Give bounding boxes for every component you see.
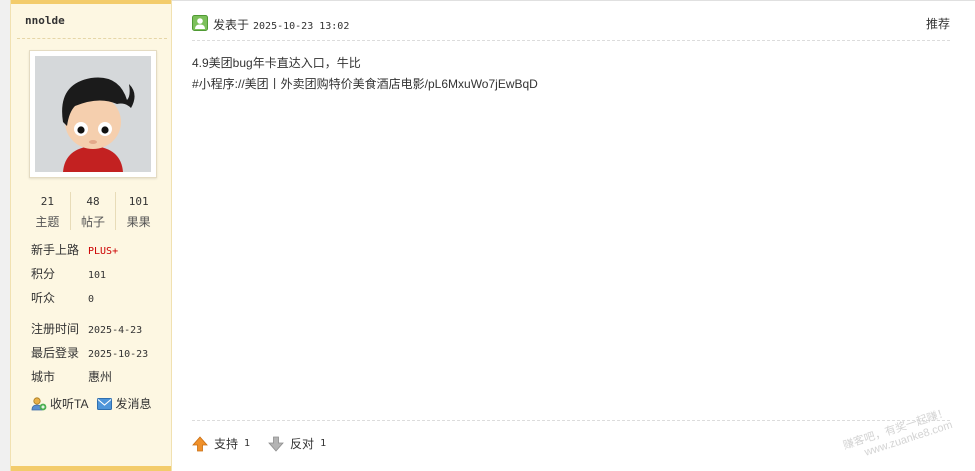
- info-row: 注册时间 2025-4-23: [31, 317, 171, 341]
- user-group-label[interactable]: 新手上路: [31, 238, 88, 262]
- oppose-button[interactable]: 反对 1: [268, 435, 326, 452]
- sidebar-top-bar: [11, 0, 171, 4]
- recommend-link[interactable]: 推荐: [926, 15, 950, 32]
- stat-posts[interactable]: 48 帖子: [71, 192, 117, 230]
- info-key: 城市: [31, 370, 56, 384]
- site-watermark: 赚客吧，有奖一起赚！ www.zuanke8.com: [842, 407, 955, 466]
- thumb-up-arrow-icon: [192, 435, 208, 451]
- oppose-count: 1: [320, 438, 327, 449]
- user-stats: 21 主题 48 帖子 101 果果: [25, 192, 161, 230]
- send-message-button[interactable]: 发消息: [97, 395, 151, 412]
- info-key: 积分: [31, 267, 56, 281]
- author-name[interactable]: nnolde: [25, 14, 65, 27]
- post-text-line: #小程序://美团丨外卖团购特价美食酒店电影/pL6MxuWo7jEwBqD: [192, 77, 538, 91]
- info-value: 0: [88, 294, 95, 305]
- info-row: 积分 101: [31, 262, 171, 286]
- info-value: 101: [88, 270, 107, 281]
- support-count: 1: [244, 438, 251, 449]
- stat-value: 48: [86, 195, 100, 208]
- follow-button[interactable]: 收听TA: [31, 395, 88, 412]
- divider: [17, 38, 167, 39]
- stat-label: 主题: [35, 215, 60, 229]
- user-actions: 收听TA 发消息: [31, 395, 160, 412]
- follow-icon: [31, 396, 47, 410]
- post-text-line: 4.9美团bug年卡直达入口，牛比: [192, 56, 361, 70]
- support-label: 支持: [214, 437, 239, 451]
- info-row: 最后登录 2025-10-23: [31, 341, 171, 365]
- stat-points[interactable]: 101 果果: [116, 192, 161, 230]
- info-value: 2025-10-23: [88, 349, 149, 360]
- posted-label: 发表于: [213, 18, 250, 32]
- divider: [192, 420, 950, 421]
- info-value: 2025-4-23: [88, 325, 143, 336]
- post-votes: 支持 1 反对 1: [192, 435, 344, 452]
- support-button[interactable]: 支持 1: [192, 435, 250, 452]
- sidebar-bottom-bar: [11, 466, 171, 471]
- thumb-down-arrow-icon: [268, 436, 284, 452]
- post-meta: 发表于 2025-10-23 13:02: [213, 16, 349, 33]
- stat-label: 果果: [126, 215, 151, 229]
- info-key: 注册时间: [31, 322, 80, 336]
- info-value: 惠州: [88, 370, 113, 384]
- info-row: 听众 0: [31, 286, 171, 310]
- post-header: 发表于 2025-10-23 13:02 推荐: [192, 13, 950, 41]
- oppose-label: 反对: [290, 437, 315, 451]
- message-label: 发消息: [115, 397, 152, 411]
- stat-value: 21: [40, 195, 54, 208]
- user-group-badge: PLUS+: [88, 246, 119, 257]
- info-row: 新手上路 PLUS+: [31, 238, 171, 262]
- post-body: 发表于 2025-10-23 13:02 推荐 4.9美团bug年卡直达入口，牛比…: [172, 0, 975, 471]
- user-info-group-2: 注册时间 2025-4-23 最后登录 2025-10-23 城市 惠州: [31, 317, 171, 389]
- avatar[interactable]: [29, 50, 157, 178]
- info-row: 城市 惠州: [31, 365, 171, 389]
- stat-threads[interactable]: 21 主题: [25, 192, 71, 230]
- avatar-cartoon-icon: [35, 56, 151, 172]
- post-time: 2025-10-23 13:02: [253, 21, 350, 32]
- online-status-icon: [192, 15, 208, 31]
- stat-label: 帖子: [81, 215, 106, 229]
- user-info-group-1: 新手上路 PLUS+ 积分 101 听众 0: [31, 238, 171, 310]
- author-sidebar: nnolde 21 主题 48 帖子 101 果果 新手上路 PLUS+ 积分 …: [10, 0, 172, 471]
- follow-label: 收听TA: [50, 397, 89, 411]
- info-key: 最后登录: [31, 346, 80, 360]
- envelope-icon: [97, 397, 113, 410]
- stat-value: 101: [128, 195, 149, 208]
- info-key: 听众: [31, 291, 56, 305]
- post-content: 4.9美团bug年卡直达入口，牛比 #小程序://美团丨外卖团购特价美食酒店电影…: [192, 53, 942, 95]
